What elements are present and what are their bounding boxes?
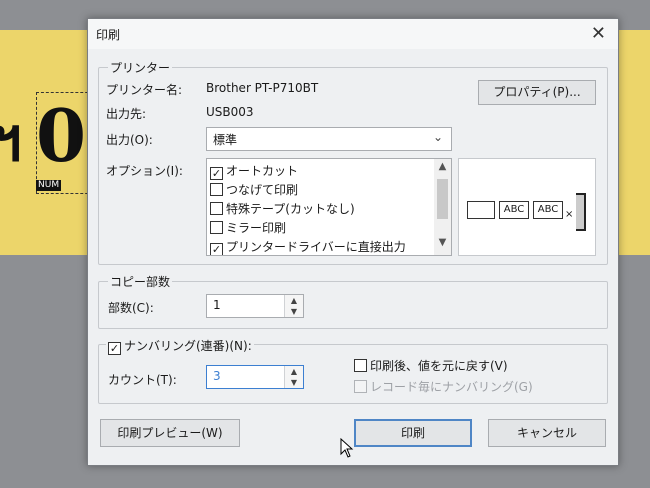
option-item-direct-output[interactable]: ✓ プリンタードライバーに直接出力	[210, 238, 406, 255]
per-record-line: レコード毎にナンバリング(G)	[354, 378, 533, 395]
option-label: ミラー印刷	[226, 221, 287, 235]
reset-after-print-line[interactable]: 印刷後、値を元に戻す(V)	[354, 357, 508, 374]
chain-print-checkbox[interactable]	[210, 183, 223, 196]
properties-button[interactable]: プロパティ(P)...	[478, 80, 596, 105]
reset-after-print-checkbox[interactable]	[354, 359, 367, 372]
cancel-button[interactable]: キャンセル	[488, 419, 606, 447]
print-preview-button[interactable]: 印刷プレビュー(W)	[100, 419, 240, 447]
copies-group-label: コピー部数	[108, 273, 173, 290]
printer-name-label: プリンター名:	[106, 83, 183, 97]
special-tape-checkbox[interactable]	[210, 202, 223, 215]
direct-output-checkbox[interactable]: ✓	[210, 243, 223, 255]
printer-group-label: プリンター	[108, 59, 173, 76]
print-dialog: 印刷 ✕ プリンター プリンター名: Brother PT-P710BT 出力先…	[87, 18, 619, 466]
close-icon[interactable]: ✕	[591, 23, 606, 44]
copies-group	[98, 281, 608, 329]
preview-blank-label	[467, 201, 495, 219]
option-item-autocut[interactable]: ✓ オートカット	[210, 162, 298, 180]
copies-spin-buttons[interactable]: ▲ ▼	[284, 295, 303, 317]
options-scrollbar[interactable]: ▲ ▼	[434, 159, 451, 255]
option-item-mirror-print[interactable]: ミラー印刷	[210, 219, 286, 237]
print-button[interactable]: 印刷	[354, 419, 472, 447]
scroll-thumb[interactable]	[437, 179, 448, 219]
mouse-cursor-icon	[340, 438, 354, 458]
per-record-checkbox	[354, 380, 367, 393]
background-num-tag: NUM	[36, 180, 62, 191]
spin-down-icon[interactable]: ▼	[285, 306, 303, 317]
option-label: つなげて印刷	[226, 183, 299, 197]
copies-label: 部数(C):	[108, 301, 154, 315]
output-select-value: 標準	[213, 133, 238, 147]
tape-end-icon	[576, 193, 586, 231]
options-listbox[interactable]: ✓ オートカット つなげて印刷 特殊テープ(カットなし) ミラー印刷 ✓ プリンター…	[206, 158, 452, 256]
option-item-special-tape[interactable]: 特殊テープ(カットなし)	[210, 200, 355, 218]
copies-value: 1	[213, 298, 221, 312]
background-partial-glyph: ฯ	[0, 105, 22, 175]
scroll-up-icon[interactable]: ▲	[434, 161, 451, 177]
dialog-titlebar: 印刷 ✕	[88, 19, 618, 49]
spin-down-icon[interactable]: ▼	[285, 377, 303, 388]
spin-up-icon[interactable]: ▲	[285, 366, 303, 377]
tape-preview: ABC ABC ×	[458, 158, 596, 256]
count-label: カウント(T):	[108, 373, 177, 387]
output-label: 出力(O):	[106, 133, 153, 147]
count-spinner[interactable]: 3 ▲ ▼	[206, 365, 304, 389]
numbering-checkbox-line[interactable]: ✓ ナンバリング(連番)(N):	[106, 337, 254, 355]
preview-label: ABC	[533, 201, 563, 219]
scroll-down-icon[interactable]: ▼	[434, 237, 451, 253]
background-big-digit: 0	[36, 93, 87, 178]
count-spin-buttons[interactable]: ▲ ▼	[284, 366, 303, 388]
options-label: オプション(I):	[106, 164, 183, 178]
background-label-area-right	[618, 30, 650, 255]
per-record-label: レコード毎にナンバリング(G)	[370, 380, 533, 394]
option-label: プリンタードライバーに直接出力	[226, 240, 406, 254]
chevron-down-icon: ⌄	[432, 130, 443, 144]
numbering-checkbox[interactable]: ✓	[108, 342, 121, 355]
count-value: 3	[213, 369, 221, 383]
output-select[interactable]: 標準 ⌄	[206, 127, 452, 151]
preview-label: ABC	[499, 201, 529, 219]
output-dest-value: USB003	[206, 105, 254, 119]
option-item-chain-print[interactable]: つなげて印刷	[210, 181, 298, 199]
spin-up-icon[interactable]: ▲	[285, 295, 303, 306]
autocut-checkbox[interactable]: ✓	[210, 167, 223, 180]
reset-after-print-label: 印刷後、値を元に戻す(V)	[370, 359, 508, 373]
cut-mark-icon: ×	[565, 209, 574, 220]
option-label: オートカット	[226, 164, 299, 178]
numbering-label: ナンバリング(連番)(N):	[124, 339, 252, 353]
copies-spinner[interactable]: 1 ▲ ▼	[206, 294, 304, 318]
dialog-title: 印刷	[96, 28, 121, 42]
mirror-print-checkbox[interactable]	[210, 221, 223, 234]
option-label: 特殊テープ(カットなし)	[226, 202, 355, 216]
printer-name-value: Brother PT-P710BT	[206, 81, 319, 95]
output-dest-label: 出力先:	[106, 107, 147, 121]
